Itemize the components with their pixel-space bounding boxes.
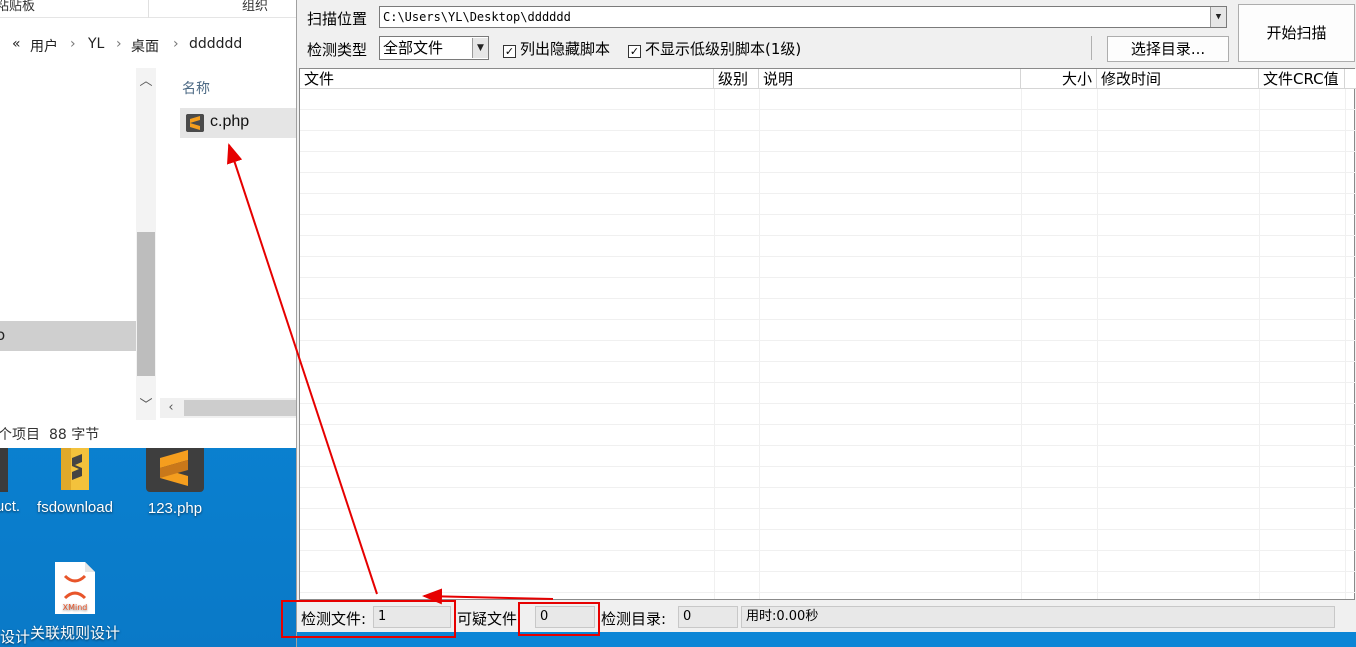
navigation-pane[interactable]: o ︿ ﹀ [0,68,158,420]
desktop-icon-xmind[interactable]: XMind 关联规则设计 [28,560,122,643]
ribbon-organize-label: 组织 [242,0,269,14]
desktop-icon-fsdownload[interactable]: fsdownload [30,448,120,516]
desktop-icon-label: uct. [0,498,21,515]
column-header-modified[interactable]: 修改时间 [1097,69,1259,89]
chevron-right-icon: › [70,36,76,52]
ribbon-divider [148,0,149,18]
grid-line [1097,89,1098,599]
chevron-right-icon: › [173,36,179,52]
desktop-icon-label: 设计 [0,629,31,646]
scan-location-label: 扫描位置 [307,10,368,28]
checked-files-value: 1 [373,606,451,628]
scrollbar-thumb[interactable] [184,400,296,416]
desktop-icon-label: 123.php [147,500,203,517]
breadcrumb-item-folder[interactable]: dddddd [189,36,242,52]
chevron-down-icon[interactable]: ﹀ [136,394,156,418]
column-header-name[interactable]: 名称 [182,78,210,98]
checkbox-label: 不显示低级别脚本(1级) [645,40,802,58]
column-header-crc[interactable]: 文件CRC值 [1259,69,1345,89]
grid-line [1345,89,1346,599]
check-type-value: 全部文件 [383,39,444,57]
column-header-file[interactable]: 文件 [300,69,714,89]
file-row[interactable]: c.php [180,108,296,138]
xmind-brand-text: XMind [63,603,88,612]
column-header-level[interactable]: 级别 [714,69,759,89]
grid-line [1259,89,1260,599]
explorer-status-bar: 个项目 88 字节 [0,424,296,444]
sublime-icon [0,448,8,492]
scan-path-value: C:\Users\YL\Desktop\dddddd [383,10,571,24]
desktop-icon-uct[interactable]: uct. [0,448,22,515]
breadcrumb-item-yl[interactable]: YL [88,36,104,52]
dropdown-arrow-icon[interactable]: ▼ [472,38,488,58]
explorer-ribbon: 粘贴板 组织 [0,0,296,18]
webshell-scanner-window: 扫描位置 C:\Users\YL\Desktop\dddddd ▼ 开始扫描 检… [296,0,1356,647]
results-list-body[interactable] [300,89,1356,599]
start-scan-button[interactable]: 开始扫描 [1238,4,1355,62]
elapsed-time: 用时:0.00秒 [741,606,1335,628]
checked-files-label: 检测文件: [301,610,367,628]
check-type-label: 检测类型 [307,41,368,59]
ribbon-clipboard-label: 粘贴板 [0,0,36,14]
sublime-file-icon [186,114,204,132]
nav-scrollbar[interactable]: ︿ ﹀ [136,68,156,420]
xmind-file-icon: XMind [55,562,95,614]
zip-folder-icon [61,448,89,490]
check-type-select[interactable]: 全部文件 ▼ [379,36,489,60]
column-header-size[interactable]: 大小 [1021,69,1097,89]
sublime-file-icon [146,442,204,492]
breadcrumb-item-users[interactable]: 用户 [30,36,58,56]
file-explorer-window: 粘贴板 组织 « 用户 › YL › 桌面 › dddddd o ︿ ﹀ 名称 … [0,0,296,448]
scanner-status-bar: 检测文件: 1 可疑文件 0 检测目录: 0 用时:0.00秒 [297,604,1356,630]
results-list-header: 文件 级别 说明 大小 修改时间 文件CRC值 [300,69,1356,89]
status-item-count: 个项目 [0,427,40,443]
suspicious-files-label: 可疑文件 [457,610,518,628]
breadcrumb-item-desktop[interactable]: 桌面 [131,36,159,56]
checkmark-icon[interactable]: ✓ [503,45,516,58]
desktop-strip [297,632,1356,647]
results-list[interactable]: 文件 级别 说明 大小 修改时间 文件CRC值 [299,68,1356,600]
hide-low-level-checkbox[interactable]: ✓ 不显示低级别脚本(1级) [628,38,801,59]
chevron-right-icon: › [116,36,122,52]
checked-dirs-label: 检测目录: [601,610,667,628]
select-directory-label: 选择目录... [1130,40,1206,58]
column-header-description[interactable]: 说明 [759,69,1021,89]
desktop-icon-design[interactable]: 设计 [0,626,31,647]
desktop-icon-123-php[interactable]: 123.php [135,442,215,517]
chevron-left-icon[interactable]: ‹ [160,398,182,418]
grid-line [714,89,715,599]
checked-dirs-value: 0 [678,606,738,628]
toolbar-divider [1091,36,1092,60]
grid-line [759,89,760,599]
nav-selected-label: o [0,326,6,344]
nav-selected-item[interactable]: o [0,321,136,351]
file-name: c.php [210,113,250,130]
desktop-icon-label: fsdownload [37,499,113,516]
start-scan-label: 开始扫描 [1266,24,1327,42]
checkmark-icon[interactable]: ✓ [628,45,641,58]
dropdown-arrow-icon[interactable]: ▼ [1210,7,1226,27]
checkbox-label: 列出隐藏脚本 [520,40,611,58]
scan-path-combobox[interactable]: C:\Users\YL\Desktop\dddddd ▼ [379,6,1227,28]
suspicious-files-value: 0 [535,606,595,628]
breadcrumb-overflow[interactable]: « [12,36,21,52]
file-list-pane[interactable]: 名称 c.php ‹ [160,68,296,420]
select-directory-button[interactable]: 选择目录... [1107,36,1229,62]
chevron-up-icon[interactable]: ︿ [136,70,156,94]
desktop-icon-label: 关联规则设计 [29,625,120,642]
scrollbar-thumb[interactable] [137,232,155,376]
breadcrumb[interactable]: « 用户 › YL › 桌面 › dddddd [0,26,296,64]
horizontal-scrollbar[interactable]: ‹ [160,398,296,418]
status-selected-size: 88 字节 [49,427,100,443]
list-hidden-scripts-checkbox[interactable]: ✓ 列出隐藏脚本 [503,38,610,59]
grid-line [1021,89,1022,599]
